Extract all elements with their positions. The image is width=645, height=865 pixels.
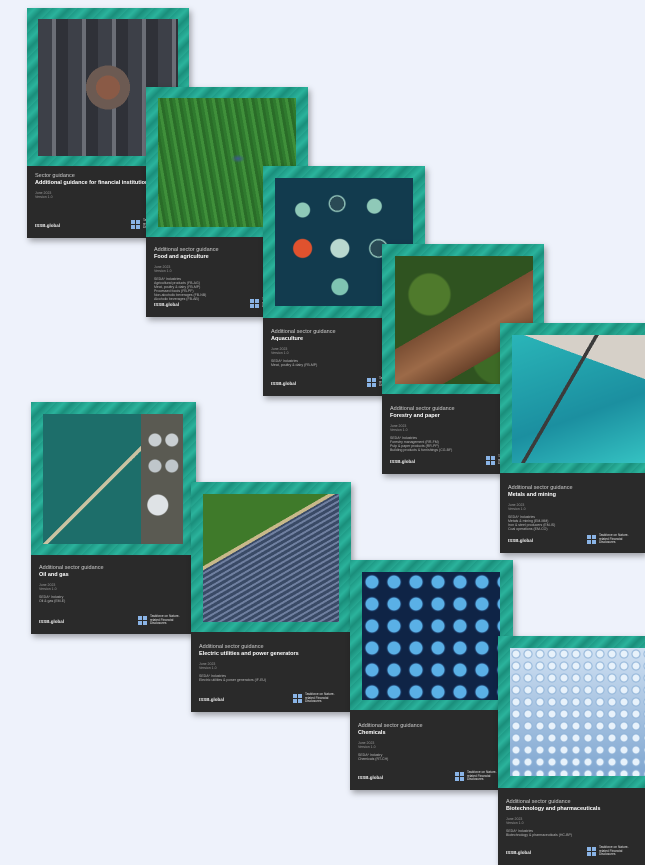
report-cover-metals-mining[interactable]: Additional sector guidance Metals and mi… [500, 323, 645, 553]
cover-title: Biotechnology and pharmaceuticals [506, 806, 601, 812]
report-cover-chemicals[interactable]: Additional sector guidance Chemicals Jun… [350, 560, 513, 790]
tnfd-logo-icon [138, 616, 147, 626]
tnfd-logo-icon [587, 847, 596, 857]
tnfd-name: Taskforce on Nature-related Financial Di… [599, 533, 629, 545]
brand-label: ISSB.global [199, 697, 225, 702]
cover-industries: SEDA* Industries Metals & mining (EM-MM)… [508, 515, 556, 531]
brand-label: ISSB.global [271, 381, 297, 386]
report-cover-electric-utilities[interactable]: Additional sector guidance Electric util… [191, 482, 351, 712]
brand-label: ISSB.global [358, 775, 384, 780]
cover-date: June 2023 Version 1.0 [358, 741, 376, 749]
report-cover-oil-gas[interactable]: Additional sector guidance Oil and gas J… [31, 402, 196, 634]
tnfd-name: Taskforce on Nature-related Financial Di… [599, 845, 629, 857]
cover-kicker: Additional sector guidance [199, 644, 264, 650]
cover-date: June 2023 Version 1.0 [506, 817, 524, 825]
brand-label: ISSB.global [390, 459, 416, 464]
tnfd-logo: Taskforce on Nature-related Financial Di… [587, 533, 637, 545]
report-cover-biotech-pharma[interactable]: Additional sector guidance Biotechnology… [498, 636, 645, 865]
mining-lake-photo [512, 335, 645, 463]
tnfd-logo: Taskforce on Nature-related Financial Di… [138, 614, 188, 626]
oil-terminal-photo [43, 414, 183, 544]
cover-title: Electric utilities and power generators [199, 651, 299, 657]
cover-title: Chemicals [358, 730, 386, 736]
solar-farm-photo [203, 494, 339, 622]
cover-industries: SEDA* Industries Biotechnology & pharmac… [506, 829, 572, 837]
cover-kicker: Additional sector guidance [508, 485, 573, 491]
tnfd-logo: Taskforce on Nature-related Financial Di… [293, 692, 343, 704]
tnfd-logo-icon [367, 378, 376, 388]
cover-industries: SEDA* Industry Chemicals (RT-CH) [358, 753, 389, 761]
tnfd-logo-icon [131, 220, 140, 230]
tnfd-logo-icon [455, 772, 464, 782]
brand-label: ISSB.global [508, 538, 534, 543]
cover-title: Oil and gas [39, 572, 69, 578]
cover-kicker: Additional sector guidance [358, 723, 423, 729]
cover-industries: SEDA* Industry Oil & gas (EM-E) [39, 595, 66, 603]
cover-date: June 2023 Version 1.0 [199, 662, 217, 670]
brand-label: ISSB.global [154, 302, 180, 307]
cover-title: Metals and mining [508, 492, 556, 498]
tnfd-logo-icon [250, 299, 259, 309]
tnfd-logo-icon [587, 535, 596, 545]
tnfd-name: Taskforce on Nature-related Financial Di… [305, 692, 335, 704]
cover-kicker: Additional sector guidance [506, 799, 571, 805]
brand-label: ISSB.global [506, 850, 532, 855]
cover-date: June 2023 Version 1.0 [39, 583, 57, 591]
brand-label: ISSB.global [39, 619, 65, 624]
cover-industries: SEDA* Industries Electric utilities & po… [199, 674, 267, 682]
tnfd-logo-icon [293, 694, 302, 704]
cover-kicker: Additional sector guidance [39, 565, 104, 571]
tnfd-name: Taskforce on Nature-related Financial Di… [150, 614, 180, 626]
cover-date: June 2023 Version 1.0 [508, 503, 526, 511]
brand-label: ISSB.global [35, 223, 61, 228]
tnfd-logo: Taskforce on Nature-related Financial Di… [587, 845, 637, 857]
chemical-tanks-photo [362, 572, 500, 700]
tnfd-logo-icon [486, 456, 495, 466]
lab-vials-photo [510, 648, 645, 776]
